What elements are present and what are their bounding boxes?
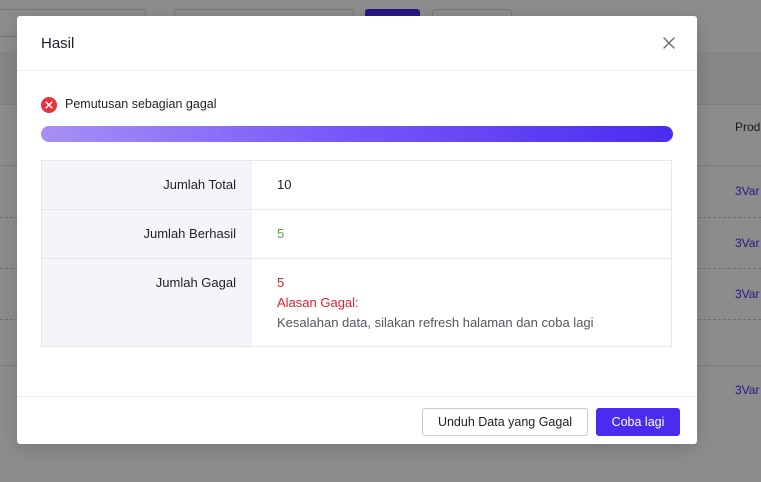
progress-bar	[41, 126, 673, 142]
summary-label-cell: Jumlah Gagal	[42, 259, 252, 346]
status-text: Pemutusan sebagian gagal	[65, 97, 217, 111]
summary-label-cell: Jumlah Total	[42, 161, 252, 209]
fail-value: 5	[277, 275, 285, 290]
dialog-title: Hasil	[41, 35, 75, 52]
success-label: Jumlah Berhasil	[143, 226, 237, 241]
fail-reason-title: Alasan Gagal:	[277, 295, 359, 310]
summary-row-fail: Jumlah Gagal 5 Alasan Gagal: Kesalahan d…	[42, 259, 671, 346]
dialog-footer: Unduh Data yang Gagal Coba lagi	[17, 396, 697, 445]
dialog-header: Hasil	[17, 16, 697, 71]
success-value: 5	[277, 226, 285, 241]
close-button[interactable]	[661, 35, 677, 51]
summary-row-success: Jumlah Berhasil 5	[42, 210, 671, 259]
summary-label-cell: Jumlah Berhasil	[42, 210, 252, 258]
error-circle-icon	[41, 97, 57, 113]
summary-row-total: Jumlah Total 10	[42, 161, 671, 210]
result-dialog: Hasil Pemutusan sebagian gagal Jumlah To…	[17, 16, 697, 444]
page: pe Prod 3Var 3Var 3Var 3Var Hasil P	[0, 0, 761, 482]
fail-label: Jumlah Gagal	[155, 275, 236, 290]
total-label: Jumlah Total	[163, 177, 236, 192]
total-value: 10	[277, 177, 292, 192]
retry-button[interactable]: Coba lagi	[596, 408, 680, 436]
fail-reason-text: Kesalahan data, silakan refresh halaman …	[277, 315, 594, 330]
close-icon	[663, 37, 675, 49]
download-failed-data-button[interactable]: Unduh Data yang Gagal	[422, 408, 588, 436]
result-summary-table: Jumlah Total 10 Jumlah Berhasil 5 Jumlah…	[41, 160, 672, 347]
